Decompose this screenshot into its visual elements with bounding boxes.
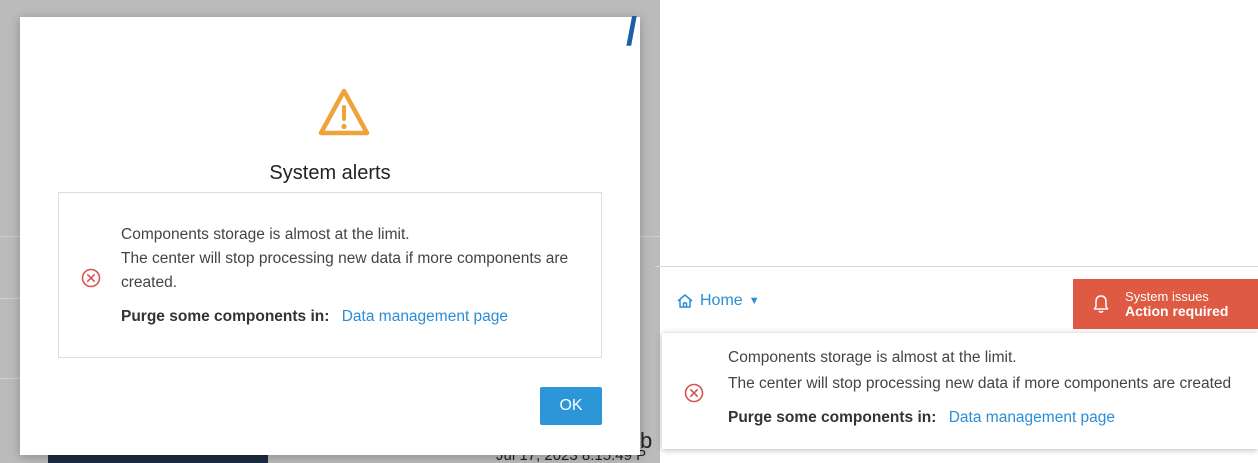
modal-overlay: b Jul 17, 2023 8:15:49 P System alerts C… [0,0,660,463]
header-divider [655,266,1258,267]
error-circle-icon [684,383,704,403]
home-icon [677,294,693,308]
action-required-label: Action required [1125,303,1229,319]
chevron-down-icon: ▼ [748,295,760,307]
background-divider [640,236,660,237]
alert-line-2: The center will stop processing new data… [121,250,569,267]
home-label: Home [700,292,743,309]
alert-message-box: Components storage is almost at the limi… [58,192,602,358]
bell-icon [1093,295,1109,313]
panel-alert-line-1: Components storage is almost at the limi… [728,349,1017,366]
home-breadcrumb[interactable]: Home ▼ [676,292,760,310]
system-issues-button[interactable]: System issues Action required [1073,279,1258,329]
error-circle-icon [81,268,101,288]
panel-alert-line-2: The center will stop processing new data… [728,375,1232,392]
ok-button[interactable]: OK [540,387,602,425]
panel-purge-row: Purge some components in: Data managemen… [728,409,1115,427]
background-divider [0,236,20,237]
data-management-link[interactable]: Data management page [342,308,508,325]
system-issues-label: System issues [1125,289,1209,304]
system-alerts-dropdown: Components storage is almost at the limi… [662,333,1258,449]
warning-icon [318,88,370,136]
background-divider [0,378,20,379]
alert-line-3: created. [121,274,178,291]
background-partial-logo: / [626,10,638,54]
panel-purge-label: Purge some components in: [728,409,937,426]
alert-line-1: Components storage is almost at the limi… [121,226,410,243]
purge-label: Purge some components in: [121,308,330,325]
panel-data-management-link[interactable]: Data management page [949,409,1115,426]
modal-title: System alerts [269,162,391,184]
system-alerts-modal: System alerts Components storage is almo… [20,17,640,455]
background-divider [0,298,20,299]
purge-row: Purge some components in: Data managemen… [121,308,508,326]
